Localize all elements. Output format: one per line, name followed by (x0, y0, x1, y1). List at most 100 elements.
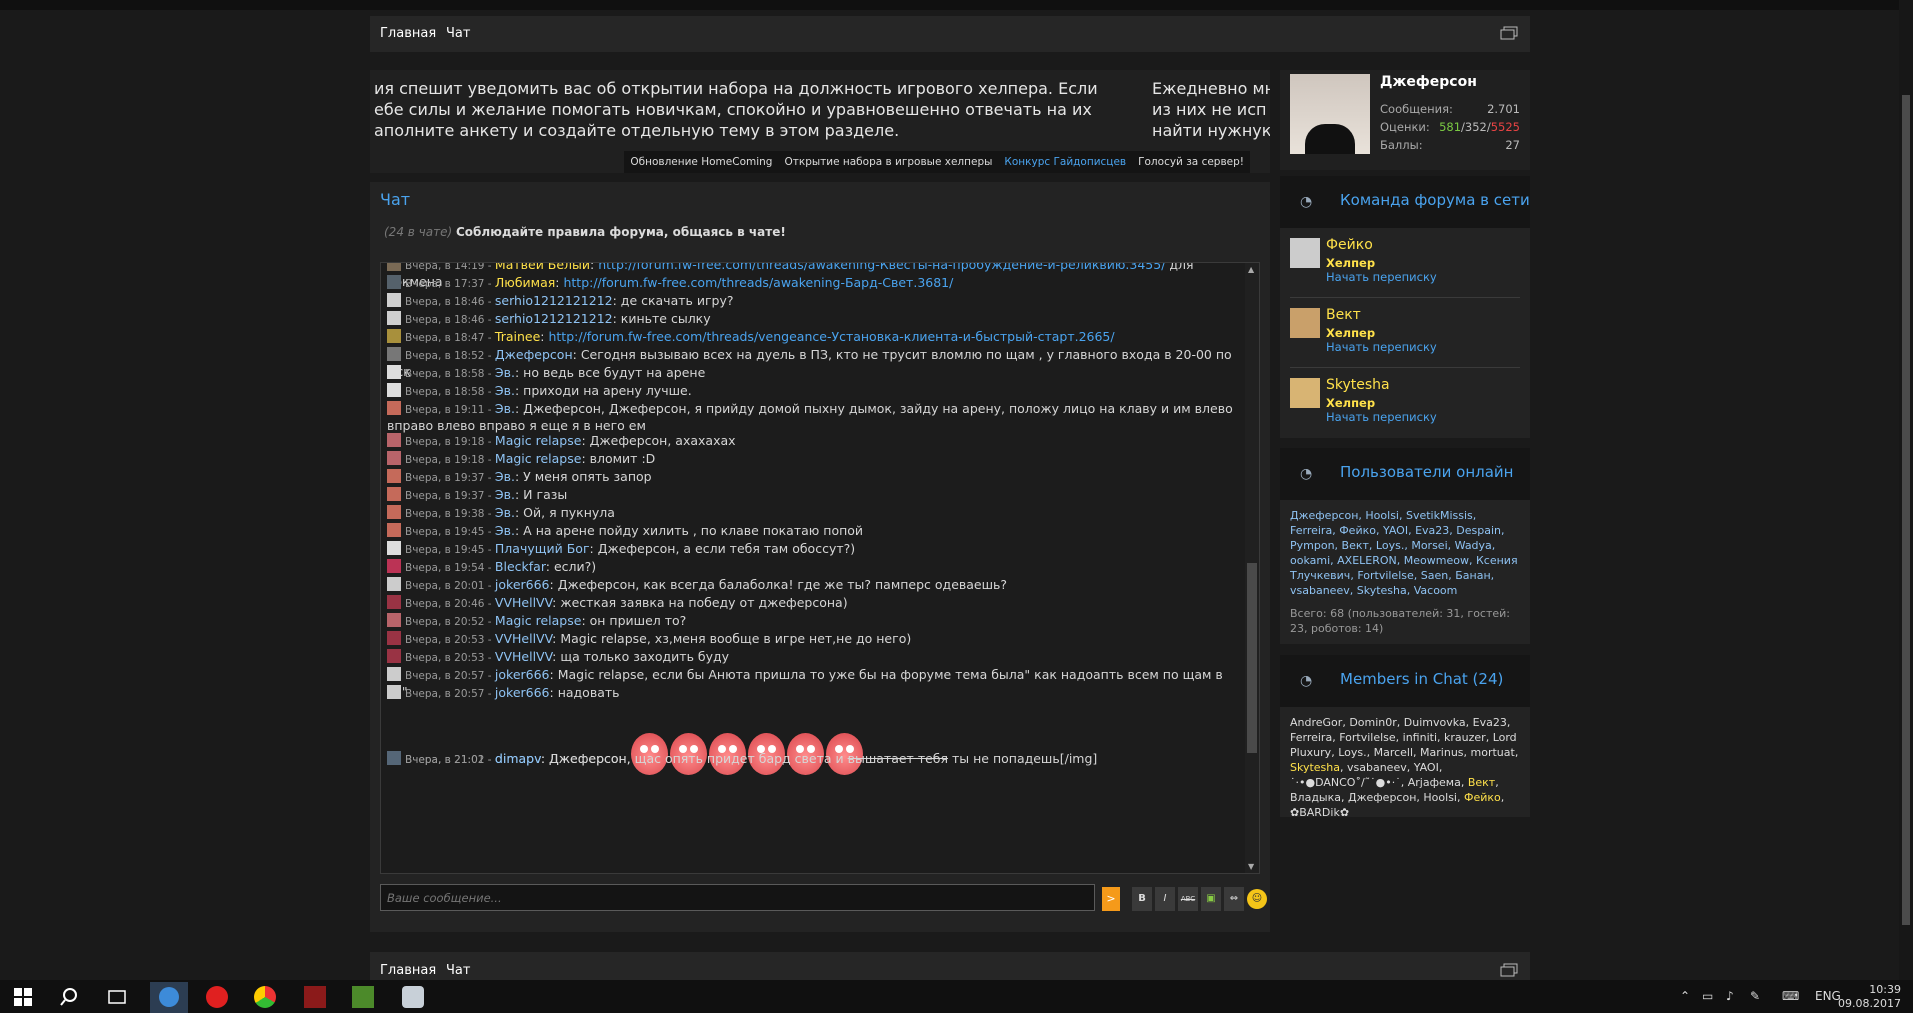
avatar[interactable] (387, 523, 401, 537)
online-user[interactable]: Pympon (1290, 539, 1335, 552)
online-user[interactable]: AXELERON (1337, 554, 1397, 567)
search-icon[interactable] (60, 986, 82, 1008)
online-user[interactable]: ookami (1290, 554, 1330, 567)
chat-user[interactable]: ˙·•●DANCO˚/˜˙●•·˙ (1290, 776, 1401, 789)
nav-chat[interactable]: Чат (446, 26, 470, 41)
chat-user[interactable]: mortuat (1471, 746, 1515, 759)
message-user[interactable]: Эв. (495, 505, 515, 520)
windows-start-icon[interactable] (12, 986, 34, 1008)
avatar[interactable] (387, 263, 401, 271)
network-icon[interactable]: ▭ (1702, 989, 1713, 1003)
chat-message-input[interactable] (380, 884, 1095, 911)
avatar[interactable] (387, 595, 401, 609)
avatar[interactable] (387, 685, 401, 699)
online-user[interactable]: Vacoom (1414, 584, 1458, 597)
chat-user[interactable]: Hoolsi (1423, 791, 1457, 804)
chat-user[interactable]: Marinus (1420, 746, 1463, 759)
message-user[interactable]: serhio1212121212 (495, 293, 613, 308)
avatar[interactable] (1290, 238, 1320, 268)
online-user[interactable]: Фейко (1339, 524, 1376, 537)
windows-icon[interactable] (1500, 963, 1518, 977)
online-user[interactable]: Банан (1455, 569, 1490, 582)
message-user[interactable]: VVHellVV (495, 631, 552, 646)
chat-user[interactable]: Duimvovka (1404, 716, 1466, 729)
online-user[interactable]: Loys. (1376, 539, 1404, 552)
online-user[interactable]: Despain (1456, 524, 1501, 537)
task-view-icon[interactable] (106, 986, 128, 1008)
message-link[interactable]: http://forum.fw-free.com/threads/vengean… (548, 329, 1114, 344)
avatar[interactable] (387, 649, 401, 663)
game-app-icon[interactable] (304, 986, 326, 1008)
message-link[interactable]: http://forum.fw-free.com/threads/awakeni… (563, 275, 953, 290)
message-user[interactable]: Эв. (495, 469, 515, 484)
avatar[interactable] (387, 487, 401, 501)
online-user[interactable]: Вект (1342, 539, 1369, 552)
message-user[interactable]: Trainee (495, 329, 540, 344)
online-user[interactable]: YAOI (1383, 524, 1408, 537)
message-user[interactable]: Эв. (495, 487, 515, 502)
chat-user[interactable]: Marcell (1374, 746, 1413, 759)
chat-user[interactable]: Skytesha (1290, 761, 1340, 774)
profile-name[interactable]: Джеферсон (1380, 74, 1477, 90)
message-user[interactable]: Magic relapse (495, 451, 582, 466)
avatar[interactable] (387, 751, 401, 765)
message-user[interactable]: Magic relapse (495, 433, 582, 448)
image-icon[interactable]: ▣ (1201, 887, 1221, 911)
scroll-down-icon[interactable]: ▼ (1248, 862, 1254, 871)
member-name[interactable]: Skytesha (1326, 377, 1390, 393)
chat-user[interactable]: Arjaфeмa (1408, 776, 1461, 789)
record-app-icon[interactable] (206, 986, 228, 1008)
chat-user[interactable]: Loys. (1338, 746, 1366, 759)
message-user[interactable]: Любимая (495, 275, 555, 290)
pen-icon[interactable]: ✎ (1750, 989, 1760, 1003)
start-conversation-link[interactable]: Начать переписку (1326, 270, 1437, 284)
scroll-up-icon[interactable]: ▲ (1248, 265, 1254, 274)
avatar[interactable] (387, 451, 401, 465)
message-user[interactable]: VVHellVV (495, 595, 552, 610)
strike-button[interactable]: ABC (1178, 887, 1198, 911)
online-user[interactable]: Morsei (1411, 539, 1447, 552)
chat-user[interactable]: Ferreira (1290, 731, 1332, 744)
member-name[interactable]: Фейко (1326, 237, 1373, 253)
keyboard-icon[interactable]: ⌨ (1782, 989, 1799, 1003)
avatar[interactable] (387, 541, 401, 555)
avatar[interactable] (387, 631, 401, 645)
online-user[interactable]: Meowmeow (1404, 554, 1469, 567)
nav-home[interactable]: Главная (380, 963, 436, 978)
chat-user[interactable]: Джеферсон (1348, 791, 1416, 804)
online-user[interactable]: Eva23 (1415, 524, 1449, 537)
message-user[interactable]: Матвей Белый (495, 263, 590, 272)
avatar[interactable] (387, 311, 401, 325)
message-user[interactable]: Джеферсон (495, 347, 573, 362)
online-user[interactable]: Fortvilelse (1357, 569, 1413, 582)
link-icon[interactable]: ⇔ (1224, 887, 1244, 911)
avatar[interactable] (387, 613, 401, 627)
message-user[interactable]: Bleckfar (495, 559, 546, 574)
chat-user[interactable]: ✿BARDik✿ (1290, 806, 1349, 819)
avatar[interactable] (387, 329, 401, 343)
volume-icon[interactable]: ♪ (1726, 989, 1734, 1003)
page-scrollbar[interactable] (1899, 0, 1913, 980)
news-link-homecoming[interactable]: Обновление HomeComing (624, 151, 778, 173)
message-user[interactable]: Эв. (495, 523, 515, 538)
chat-user[interactable]: Вект (1468, 776, 1495, 789)
message-user[interactable]: joker666 (495, 667, 550, 682)
avatar[interactable] (1290, 74, 1370, 154)
chrome-icon[interactable] (254, 986, 276, 1008)
message-user[interactable]: VVHellVV (495, 649, 552, 664)
online-user[interactable]: vsabaneev (1290, 584, 1350, 597)
news-link-helpers[interactable]: Открытие набора в игровые хелперы (778, 151, 998, 173)
message-user[interactable]: Плачущий Бог (495, 541, 590, 556)
message-user[interactable]: joker666 (495, 685, 550, 700)
online-user[interactable]: Джеферсон (1290, 509, 1358, 522)
avatar[interactable] (1290, 378, 1320, 408)
send-button[interactable]: > (1102, 887, 1120, 911)
italic-button[interactable]: I (1155, 887, 1175, 911)
nvidia-icon[interactable] (352, 986, 374, 1008)
taskbar-browser-active[interactable] (150, 982, 188, 1013)
avatar[interactable] (387, 383, 401, 397)
chat-user[interactable]: vsabaneev (1347, 761, 1407, 774)
avatar[interactable] (387, 577, 401, 591)
message-user[interactable]: Эв. (495, 401, 515, 416)
nav-chat[interactable]: Чат (446, 963, 470, 978)
